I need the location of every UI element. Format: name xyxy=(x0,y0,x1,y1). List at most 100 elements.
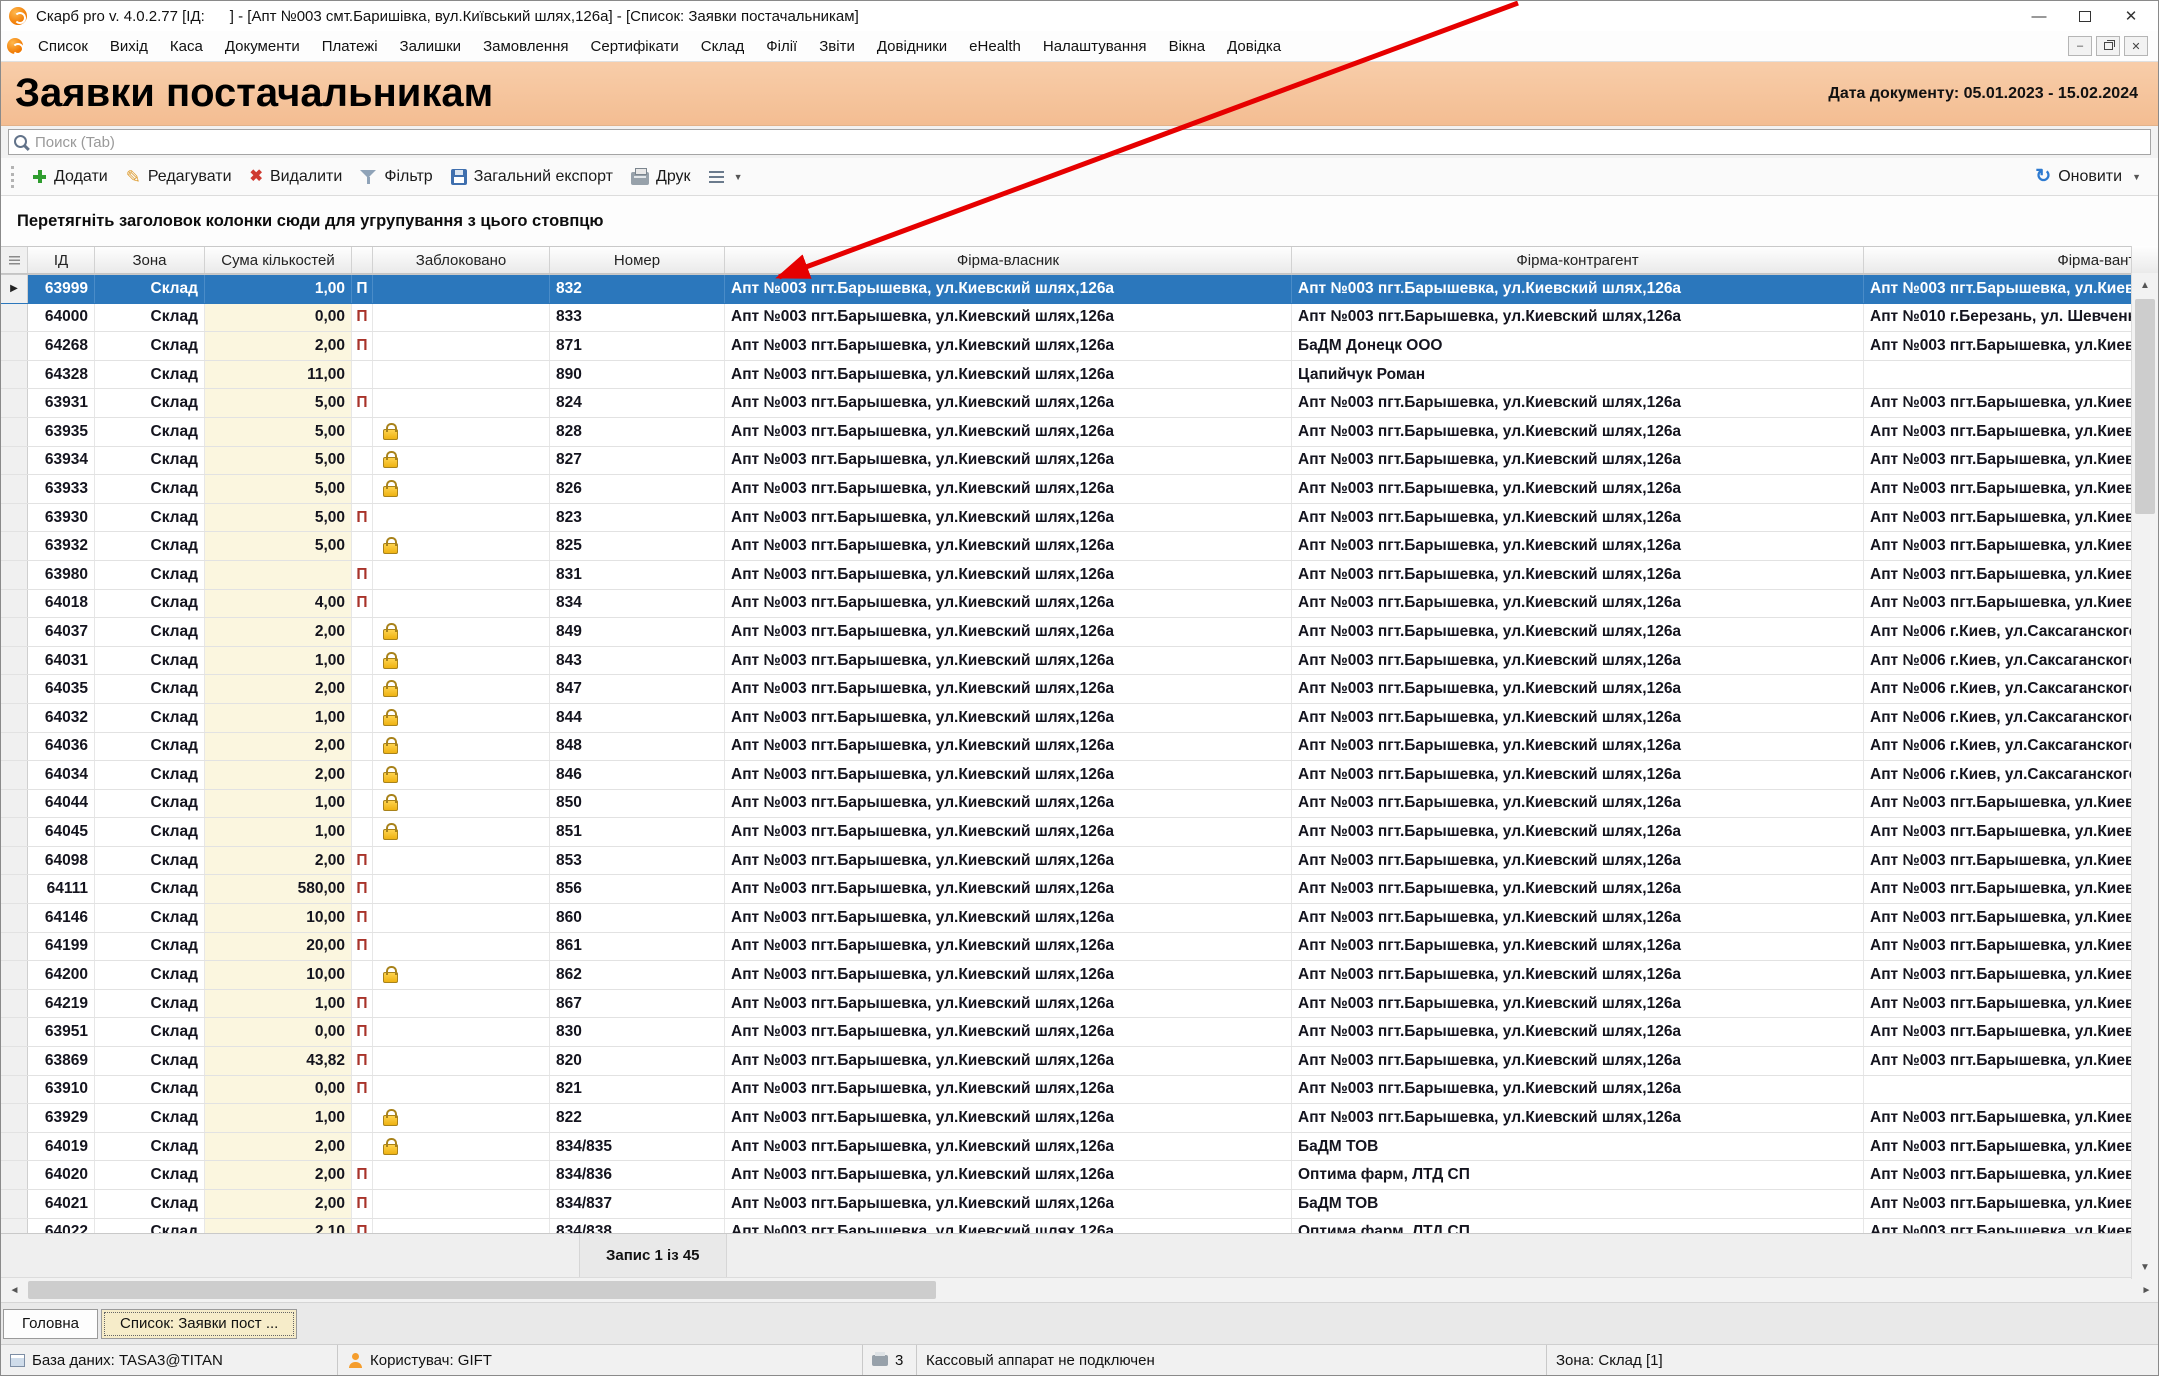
table-row[interactable]: 64200Склад10,00862Апт №003 пгт.Барышевка… xyxy=(1,961,2133,990)
table-row[interactable]: 63934Склад5,00827Апт №003 пгт.Барышевка,… xyxy=(1,447,2133,476)
cell-id: 64219 xyxy=(28,990,95,1018)
menu-item-9[interactable]: Філії xyxy=(755,38,808,55)
column-header-7[interactable]: Фірма-контрагент xyxy=(1292,247,1864,273)
table-row[interactable]: 63935Склад5,00828Апт №003 пгт.Барышевка,… xyxy=(1,418,2133,447)
scroll-right-button[interactable]: ► xyxy=(2133,1278,2159,1302)
table-row[interactable]: 63930Склад5,00П823Апт №003 пгт.Барышевка… xyxy=(1,504,2133,533)
cell-receiver: Апт №003 пгт.Барышевка, ул.Киевский шлях… xyxy=(1864,1133,2133,1161)
table-row[interactable]: 63980СкладП831Апт №003 пгт.Барышевка, ул… xyxy=(1,561,2133,590)
mdi-close-button[interactable]: ✕ xyxy=(2124,36,2148,56)
table-row[interactable]: 64044Склад1,00850Апт №003 пгт.Барышевка,… xyxy=(1,790,2133,819)
table-row[interactable]: 63910Склад0,00П821Апт №003 пгт.Барышевка… xyxy=(1,1076,2133,1105)
table-row[interactable]: 64000Склад0,00П833Апт №003 пгт.Барышевка… xyxy=(1,304,2133,333)
menu-item-1[interactable]: Вихід xyxy=(99,38,159,55)
column-header-6[interactable]: Фірма-власник xyxy=(725,247,1292,273)
lock-icon xyxy=(383,429,398,440)
group-by-hint: Перетягніть заголовок колонки сюди для у… xyxy=(1,196,2158,246)
menu-item-11[interactable]: Довідники xyxy=(866,38,958,55)
cell-blocked xyxy=(373,1047,550,1075)
table-row[interactable]: 64022Склад2,10П834/838Апт №003 пгт.Барыш… xyxy=(1,1219,2133,1233)
cell-zone: Склад xyxy=(95,790,205,818)
table-row[interactable]: 64036Склад2,00848Апт №003 пгт.Барышевка,… xyxy=(1,733,2133,762)
table-row[interactable]: 64035Склад2,00847Апт №003 пгт.Барышевка,… xyxy=(1,675,2133,704)
column-header-4[interactable]: Заблоковано xyxy=(373,247,550,273)
grid-corner-cell[interactable] xyxy=(1,247,28,273)
table-row[interactable]: 64020Склад2,00П834/836Апт №003 пгт.Барыш… xyxy=(1,1161,2133,1190)
menu-item-8[interactable]: Склад xyxy=(690,38,755,55)
mdi-minimize-button[interactable]: – xyxy=(2068,36,2092,56)
horizontal-scroll-thumb[interactable] xyxy=(28,1281,936,1299)
cell-receiver: Апт №003 пгт.Барышевка, ул.Киевский шлях… xyxy=(1864,275,2133,303)
table-row[interactable]: 64034Склад2,00846Апт №003 пгт.Барышевка,… xyxy=(1,761,2133,790)
menu-item-7[interactable]: Сертифікати xyxy=(580,38,690,55)
minimize-button[interactable]: — xyxy=(2016,2,2062,30)
table-row[interactable]: 64019Склад2,00834/835Апт №003 пгт.Барыше… xyxy=(1,1133,2133,1162)
maximize-icon xyxy=(2079,11,2091,22)
refresh-button[interactable]: ↻Оновити▼ xyxy=(2026,163,2150,190)
search-input[interactable] xyxy=(35,134,2150,151)
table-row[interactable]: 64268Склад2,00П871Апт №003 пгт.Барышевка… xyxy=(1,332,2133,361)
cell-id: 64044 xyxy=(28,790,95,818)
menu-item-14[interactable]: Вікна xyxy=(1158,38,1217,55)
view-options-button[interactable]: ▼ xyxy=(700,167,752,187)
menu-item-10[interactable]: Звіти xyxy=(808,38,866,55)
column-header-8[interactable]: Фірма-вантажоодержувач xyxy=(1864,247,2133,273)
tab-zayavky-list[interactable]: Список: Заявки пост ... xyxy=(101,1309,297,1339)
filter-button[interactable]: Фільтр xyxy=(351,164,441,190)
table-row[interactable]: 64146Склад10,00П860Апт №003 пгт.Барышевк… xyxy=(1,904,2133,933)
cell-zone: Склад xyxy=(95,733,205,761)
add-button[interactable]: Додати xyxy=(23,164,117,190)
table-row[interactable]: 63931Склад5,00П824Апт №003 пгт.Барышевка… xyxy=(1,389,2133,418)
cell-zone: Склад xyxy=(95,933,205,961)
menu-item-5[interactable]: Залишки xyxy=(389,38,473,55)
table-row[interactable]: 63869Склад43,82П820Апт №003 пгт.Барышевк… xyxy=(1,1047,2133,1076)
cell-posted xyxy=(352,790,373,818)
table-row[interactable]: 64032Склад1,00844Апт №003 пгт.Барышевка,… xyxy=(1,704,2133,733)
close-button[interactable]: ✕ xyxy=(2108,2,2154,30)
scroll-left-button[interactable]: ◄ xyxy=(1,1278,28,1302)
table-row[interactable]: 64021Склад2,00П834/837Апт №003 пгт.Барыш… xyxy=(1,1190,2133,1219)
menu-item-2[interactable]: Каса xyxy=(159,38,214,55)
table-row[interactable]: 64219Склад1,00П867Апт №003 пгт.Барышевка… xyxy=(1,990,2133,1019)
column-header-2[interactable]: Сума кількостей xyxy=(205,247,352,273)
table-row[interactable]: 64098Склад2,00П853Апт №003 пгт.Барышевка… xyxy=(1,847,2133,876)
column-header-5[interactable]: Номер xyxy=(550,247,725,273)
menu-item-13[interactable]: Налаштування xyxy=(1032,38,1158,55)
mdi-restore-button[interactable] xyxy=(2096,36,2120,56)
maximize-button[interactable] xyxy=(2062,2,2108,30)
table-row[interactable]: 64045Склад1,00851Апт №003 пгт.Барышевка,… xyxy=(1,818,2133,847)
table-row[interactable]: 64328Склад11,00890Апт №003 пгт.Барышевка… xyxy=(1,361,2133,390)
menu-item-3[interactable]: Документи xyxy=(214,38,311,55)
table-row[interactable]: 64031Склад1,00843Апт №003 пгт.Барышевка,… xyxy=(1,647,2133,676)
menu-item-0[interactable]: Список xyxy=(27,38,99,55)
vertical-scroll-thumb[interactable] xyxy=(2135,299,2155,514)
table-row[interactable]: 64199Склад20,00П861Апт №003 пгт.Барышевк… xyxy=(1,933,2133,962)
cell-qty: 2,00 xyxy=(205,618,352,646)
table-row[interactable]: 63933Склад5,00826Апт №003 пгт.Барышевка,… xyxy=(1,475,2133,504)
cell-zone: Склад xyxy=(95,1161,205,1189)
delete-button[interactable]: ✖Видалити xyxy=(241,164,352,190)
table-row[interactable]: 64037Склад2,00849Апт №003 пгт.Барышевка,… xyxy=(1,618,2133,647)
scroll-up-button[interactable]: ▲ xyxy=(2132,273,2158,297)
column-header-1[interactable]: Зона xyxy=(95,247,205,273)
table-row[interactable]: 64111Склад580,00П856Апт №003 пгт.Барышев… xyxy=(1,875,2133,904)
toolbar-grip[interactable] xyxy=(11,166,15,188)
export-button[interactable]: Загальний експорт xyxy=(442,164,622,190)
menu-item-15[interactable]: Довідка xyxy=(1216,38,1292,55)
edit-button[interactable]: ✎Редагувати xyxy=(117,164,241,190)
menubar: СписокВихідКасаДокументиПлатежіЗалишкиЗа… xyxy=(1,31,2158,62)
menu-item-4[interactable]: Платежі xyxy=(311,38,389,55)
table-row[interactable]: 63929Склад1,00822Апт №003 пгт.Барышевка,… xyxy=(1,1104,2133,1133)
table-row[interactable]: 64018Склад4,00П834Апт №003 пгт.Барышевка… xyxy=(1,590,2133,619)
column-header-3[interactable] xyxy=(352,247,373,273)
table-row[interactable]: 63951Склад0,00П830Апт №003 пгт.Барышевка… xyxy=(1,1018,2133,1047)
column-header-0[interactable]: ІД xyxy=(28,247,95,273)
menu-item-12[interactable]: eHealth xyxy=(958,38,1032,55)
table-row[interactable]: ▶63999Склад1,00П832Апт №003 пгт.Барышевк… xyxy=(1,275,2133,304)
menu-item-6[interactable]: Замовлення xyxy=(472,38,579,55)
tab-golovna[interactable]: Головна xyxy=(3,1309,98,1339)
print-button[interactable]: Друк xyxy=(622,164,700,190)
scroll-down-button[interactable]: ▼ xyxy=(2132,1255,2158,1279)
cash-device-label: Кассовый аппарат не подключен xyxy=(926,1352,1155,1369)
table-row[interactable]: 63932Склад5,00825Апт №003 пгт.Барышевка,… xyxy=(1,532,2133,561)
